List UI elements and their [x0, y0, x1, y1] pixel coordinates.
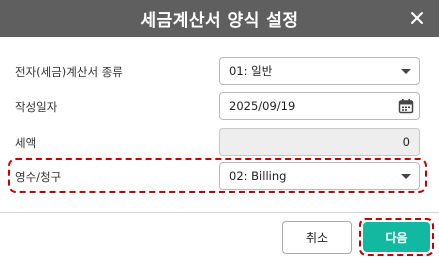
- next-button[interactable]: 다음: [363, 222, 430, 252]
- invoice-type-value: 01: 일반: [229, 64, 273, 78]
- tax-row: 세액 0: [0, 128, 439, 158]
- tax-field: 0: [219, 128, 420, 156]
- dialog-titlebar: 세금계산서 양식 설정: [0, 0, 439, 37]
- invoice-type-row: 전자(세금)계산서 종류 01: 일반: [0, 57, 439, 87]
- tax-invoice-settings-dialog: 세금계산서 양식 설정 전자(세금)계산서 종류 01: 일반 작성일자 202…: [0, 0, 439, 257]
- chevron-down-icon: [401, 69, 411, 74]
- tax-value: 0: [402, 135, 410, 149]
- date-row: 작성일자 2025/09/19: [0, 92, 439, 122]
- dialog-title: 세금계산서 양식 설정: [140, 11, 299, 31]
- date-value: 2025/09/19: [229, 99, 296, 113]
- tax-label: 세액: [15, 136, 37, 150]
- receipt-claim-value: 02: Billing: [229, 169, 287, 183]
- footer-divider: [0, 212, 439, 213]
- receipt-claim-label: 영수/청구: [15, 170, 62, 184]
- cancel-button[interactable]: 취소: [282, 221, 352, 254]
- calendar-icon[interactable]: [398, 98, 414, 114]
- invoice-type-select[interactable]: 01: 일반: [219, 57, 420, 85]
- invoice-type-label: 전자(세금)계산서 종류: [15, 65, 123, 79]
- receipt-claim-row: 영수/청구 02: Billing: [0, 162, 439, 192]
- date-field[interactable]: 2025/09/19: [219, 92, 420, 120]
- date-label: 작성일자: [15, 100, 58, 114]
- chevron-down-icon: [401, 174, 411, 179]
- close-icon[interactable]: [405, 6, 429, 30]
- receipt-claim-select[interactable]: 02: Billing: [219, 162, 420, 190]
